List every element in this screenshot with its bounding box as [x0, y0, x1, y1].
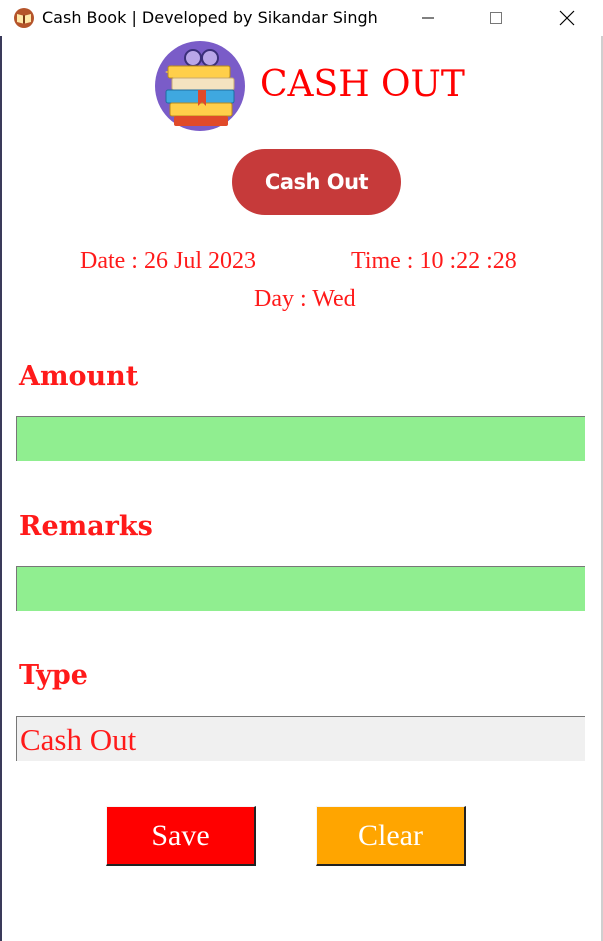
time-label: Time : 10 :22 :28 [351, 248, 517, 274]
remarks-input[interactable] [16, 566, 585, 611]
save-button[interactable]: Save [106, 806, 256, 866]
page-title: CASH OUT [260, 64, 465, 105]
clear-button[interactable]: Clear [316, 806, 466, 866]
maximize-icon [490, 12, 502, 24]
type-label: Type [19, 660, 88, 691]
amount-input[interactable] [16, 416, 585, 461]
window-left-border [0, 0, 2, 941]
type-field[interactable]: Cash Out [16, 716, 585, 761]
close-button[interactable] [537, 0, 597, 36]
date-label: Date : 26 Jul 2023 [80, 248, 256, 274]
open-book-icon [13, 8, 35, 28]
minimize-button[interactable] [398, 0, 458, 36]
books-stack-logo [154, 40, 246, 132]
close-icon [559, 10, 575, 26]
day-label: Day : Wed [254, 286, 356, 312]
remarks-label: Remarks [19, 511, 153, 542]
cash-out-mode-button[interactable]: Cash Out [232, 149, 401, 215]
amount-label: Amount [19, 361, 139, 392]
title-bar[interactable]: Cash Book | Developed by Sikandar Singh [0, 0, 603, 36]
maximize-button[interactable] [466, 0, 526, 36]
window-title: Cash Book | Developed by Sikandar Singh [42, 8, 378, 27]
minimize-icon [422, 17, 434, 19]
